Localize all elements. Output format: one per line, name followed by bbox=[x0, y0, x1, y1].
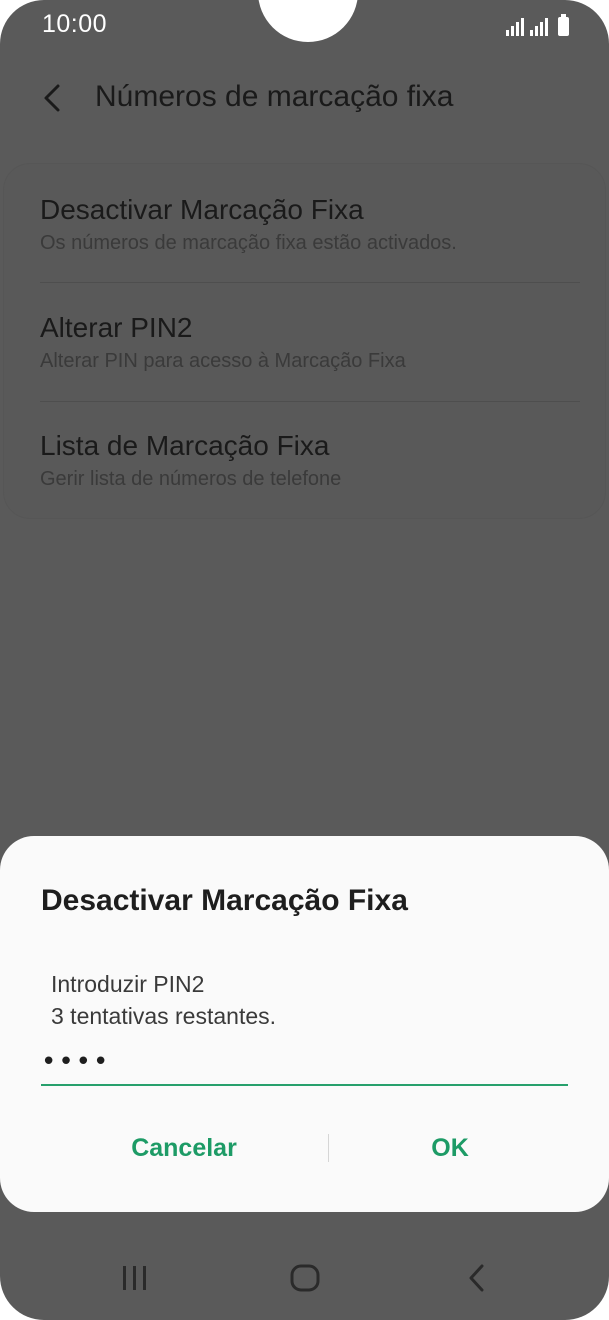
home-icon[interactable] bbox=[280, 1258, 330, 1298]
setting-title: Alterar PIN2 bbox=[40, 312, 193, 343]
status-icons bbox=[506, 14, 569, 36]
app-header: Números de marcação fixa bbox=[0, 70, 609, 130]
battery-icon bbox=[558, 14, 569, 36]
setting-title: Lista de Marcação Fixa bbox=[40, 430, 330, 461]
dialog-title: Desactivar Marcação Fixa bbox=[41, 884, 408, 917]
divider bbox=[40, 282, 580, 283]
navigation-bar bbox=[0, 1240, 609, 1310]
phone-screen: 10:00 Números de marcação fixa Desactiva… bbox=[0, 0, 609, 1320]
setting-subtitle: Gerir lista de números de telefone bbox=[40, 468, 342, 490]
status-bar: 10:00 bbox=[0, 0, 609, 52]
back-icon[interactable] bbox=[452, 1258, 502, 1298]
pin2-dialog: Desactivar Marcação Fixa Introduzir PIN2… bbox=[0, 836, 609, 1212]
dialog-message-line1: Introduzir PIN2 bbox=[51, 971, 205, 997]
signal-icon bbox=[506, 16, 524, 36]
recents-icon[interactable] bbox=[110, 1258, 160, 1298]
chevron-left-icon[interactable] bbox=[36, 80, 72, 116]
page-title: Números de marcação fixa bbox=[95, 80, 454, 113]
pin2-input[interactable] bbox=[41, 1040, 568, 1086]
signal-icon-2 bbox=[530, 16, 548, 36]
dialog-message-line2: 3 tentativas restantes. bbox=[51, 1003, 277, 1029]
divider bbox=[40, 401, 580, 402]
cancel-button[interactable]: Cancelar bbox=[64, 1126, 304, 1170]
setting-subtitle: Os números de marcação fixa estão activa… bbox=[40, 232, 457, 254]
dialog-message: Introduzir PIN2 3 tentativas restantes. bbox=[51, 968, 276, 1032]
status-time: 10:00 bbox=[42, 10, 108, 38]
button-separator bbox=[328, 1134, 329, 1162]
ok-button[interactable]: OK bbox=[330, 1126, 570, 1170]
setting-subtitle: Alterar PIN para acesso à Marcação Fixa bbox=[40, 350, 406, 372]
setting-title: Desactivar Marcação Fixa bbox=[40, 194, 364, 225]
setting-change-pin2[interactable]: Alterar PIN2 Alterar PIN para acesso à M… bbox=[40, 312, 580, 373]
setting-fdn-list[interactable]: Lista de Marcação Fixa Gerir lista de nú… bbox=[40, 430, 580, 491]
settings-card: Desactivar Marcação Fixa Os números de m… bbox=[4, 164, 605, 518]
setting-disable-fdn[interactable]: Desactivar Marcação Fixa Os números de m… bbox=[40, 194, 580, 255]
